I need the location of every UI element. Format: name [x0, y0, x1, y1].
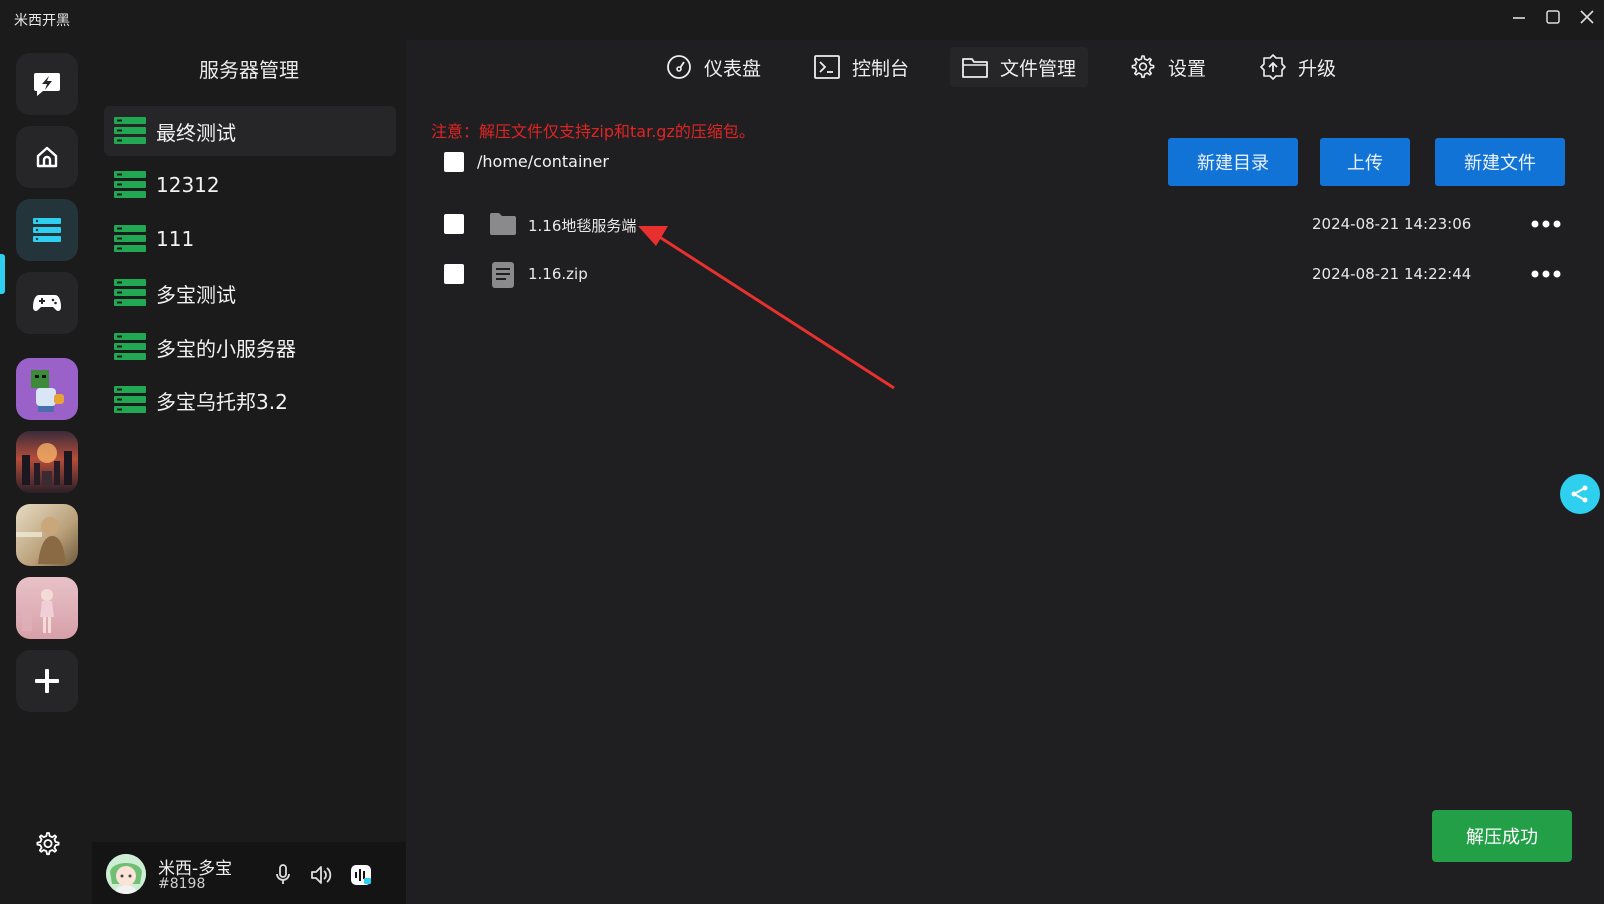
tab-settings[interactable]: 设置	[1118, 47, 1218, 87]
close-icon	[1580, 10, 1594, 24]
ai-voice-icon	[351, 865, 371, 885]
share-button[interactable]	[1560, 474, 1600, 514]
user-tag: #8198	[158, 876, 206, 892]
file-row-checkbox[interactable]	[444, 214, 464, 234]
user-avatar[interactable]	[106, 854, 146, 894]
terminal-icon	[814, 55, 840, 79]
close-button[interactable]	[1574, 8, 1600, 32]
file-name[interactable]: 1.16地毯服务端	[528, 215, 636, 236]
anime-avatar-icon	[106, 854, 146, 894]
server-item[interactable]: 12312	[104, 160, 396, 210]
tab-upgrade[interactable]: 升级	[1248, 47, 1348, 87]
user-panel: 米西-多宝 #8198	[92, 842, 406, 904]
more-options-icon[interactable]	[1530, 269, 1562, 279]
tab-dashboard[interactable]: 仪表盘	[654, 47, 773, 87]
minimize-button[interactable]	[1506, 8, 1532, 32]
title-bar: 米西开黑	[0, 0, 1604, 40]
minimize-icon	[1513, 17, 1525, 19]
microphone-button[interactable]	[274, 864, 300, 886]
tab-console[interactable]: 控制台	[802, 47, 921, 87]
settings-button[interactable]	[16, 812, 78, 874]
maximize-button[interactable]	[1540, 8, 1566, 32]
upgrade-icon	[1260, 54, 1286, 80]
server-manager-button[interactable]	[16, 199, 78, 261]
server-stack-icon	[33, 218, 61, 242]
new-directory-button[interactable]: 新建目录	[1168, 138, 1298, 186]
lightning-chat-icon	[34, 73, 60, 96]
new-file-button[interactable]: 新建文件	[1435, 138, 1565, 186]
plus-icon	[35, 669, 59, 693]
server-name: 最终测试	[156, 120, 236, 145]
server-item[interactable]: 多宝测试	[104, 268, 396, 318]
character-girl-icon	[22, 589, 54, 633]
select-all-checkbox[interactable]	[444, 152, 464, 172]
server-name: 多宝测试	[156, 282, 236, 307]
home-icon	[36, 146, 58, 168]
tab-dashboard-label: 仪表盘	[704, 57, 762, 80]
games-button[interactable]	[16, 272, 78, 334]
community-avatar-city[interactable]	[16, 431, 78, 493]
folder-icon	[490, 213, 516, 235]
upload-button[interactable]: 上传	[1320, 138, 1410, 186]
speaker-button[interactable]	[310, 864, 336, 886]
dashboard-icon	[667, 55, 691, 79]
server-icon	[114, 225, 146, 252]
gear-icon	[36, 832, 60, 856]
server-item[interactable]: 多宝的小服务器	[104, 322, 396, 372]
tab-file-manager-label: 文件管理	[1000, 57, 1077, 80]
server-name: 多宝乌托邦3.2	[156, 389, 288, 414]
active-indicator	[0, 254, 5, 294]
gamepad-icon	[33, 295, 61, 311]
document-icon	[492, 262, 514, 288]
icon-rail	[0, 40, 92, 904]
gear-icon	[1131, 55, 1155, 78]
server-name: 12312	[156, 173, 220, 197]
tab-upgrade-label: 升级	[1298, 57, 1337, 80]
app-window: 米西开黑 服务器管理 最终测试 12312 111 多宝测试 多宝的小服务器 多…	[0, 0, 1604, 904]
server-icon	[114, 279, 146, 306]
server-name: 多宝的小服务器	[156, 336, 296, 361]
server-icon	[114, 386, 146, 413]
chat-button[interactable]	[16, 53, 78, 115]
home-button[interactable]	[16, 126, 78, 188]
server-icon	[114, 333, 146, 360]
file-date: 2024-08-21 14:22:44	[1312, 265, 1472, 283]
microphone-icon	[276, 864, 290, 884]
current-path: /home/container	[477, 152, 609, 171]
community-avatar-minecraft[interactable]	[16, 358, 78, 420]
folder-icon	[962, 58, 988, 78]
success-toast: 解压成功	[1432, 810, 1572, 862]
sidebar-title: 服务器管理	[199, 58, 299, 82]
app-title: 米西开黑	[14, 13, 70, 29]
maximize-icon	[1546, 10, 1560, 24]
tab-settings-label: 设置	[1168, 57, 1207, 80]
server-item[interactable]: 111	[104, 214, 396, 264]
more-options-icon[interactable]	[1530, 219, 1562, 229]
civilization-cover-icon	[16, 517, 66, 564]
server-icon	[114, 117, 146, 144]
community-avatar-girl[interactable]	[16, 577, 78, 639]
tab-console-label: 控制台	[852, 57, 910, 80]
ai-voice-button[interactable]	[350, 864, 376, 886]
share-icon	[1571, 485, 1588, 503]
server-item[interactable]: 多宝乌托邦3.2	[104, 375, 396, 425]
city-scene-icon	[22, 443, 72, 485]
file-date: 2024-08-21 14:23:06	[1312, 215, 1472, 233]
extract-notice: 注意：解压文件仅支持zip和tar.gz的压缩包。	[431, 122, 755, 141]
file-row-checkbox[interactable]	[444, 264, 464, 284]
file-name[interactable]: 1.16.zip	[528, 265, 588, 283]
server-name: 111	[156, 227, 195, 251]
community-avatar-civilization[interactable]	[16, 504, 78, 566]
tab-file-manager[interactable]: 文件管理	[950, 47, 1089, 87]
server-sidebar: 服务器管理 最终测试 12312 111 多宝测试多宝的小服务器 多宝乌托邦3.2	[92, 40, 406, 904]
speaker-icon	[311, 866, 332, 884]
minecraft-character-icon	[31, 370, 64, 412]
server-icon	[114, 171, 146, 198]
add-server-button[interactable]	[16, 650, 78, 712]
server-item[interactable]: 最终测试	[104, 106, 396, 156]
